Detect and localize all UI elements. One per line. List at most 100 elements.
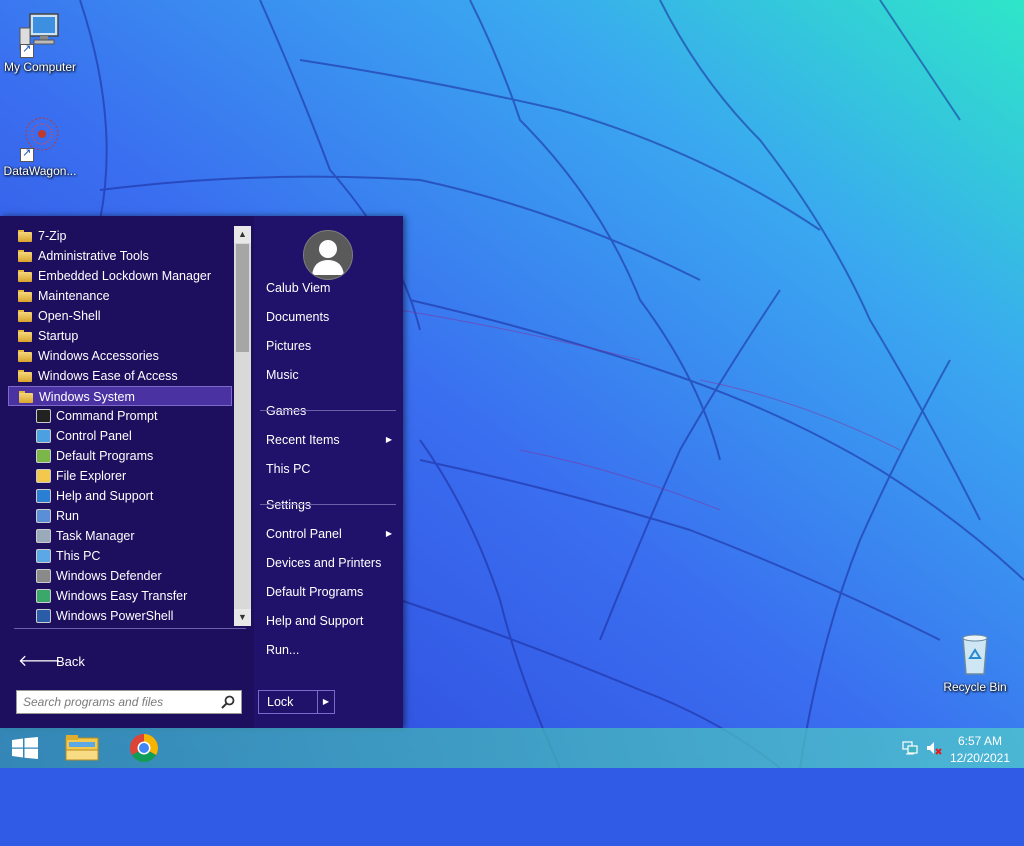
program-item[interactable]: Task Manager bbox=[8, 526, 232, 546]
program-item[interactable]: Embedded Lockdown Manager bbox=[8, 266, 232, 286]
volume-muted-icon[interactable] bbox=[926, 740, 942, 756]
datawagon-icon bbox=[16, 114, 64, 162]
right-item[interactable]: Recent Items ▶ bbox=[260, 427, 398, 453]
right-item[interactable]: Pictures bbox=[260, 333, 398, 359]
program-label: Administrative Tools bbox=[38, 249, 149, 263]
program-item[interactable]: Windows PowerShell bbox=[8, 606, 232, 626]
program-item[interactable]: Administrative Tools bbox=[8, 246, 232, 266]
program-label: Open-Shell bbox=[38, 309, 101, 323]
right-item[interactable]: Default Programs bbox=[260, 579, 398, 605]
chevron-right-icon: ▶ bbox=[322, 697, 330, 706]
shortcut-arrow-icon bbox=[20, 146, 34, 162]
program-item[interactable]: 7-Zip bbox=[8, 226, 232, 246]
back-label: Back bbox=[56, 654, 85, 669]
recycle-bin-icon bbox=[951, 630, 999, 678]
right-item[interactable]: Calub Viem bbox=[260, 275, 398, 301]
right-item-label: Documents bbox=[266, 310, 330, 324]
programs-scrollbar[interactable]: ▲ ▼ bbox=[234, 226, 251, 626]
system-tray: 6:57 AM 12/20/2021 bbox=[884, 728, 1024, 768]
right-item[interactable]: This PC bbox=[260, 456, 398, 482]
taskbar: 6:57 AM 12/20/2021 bbox=[0, 728, 1024, 768]
desktop-icon-recycle-bin[interactable]: Recycle Bin bbox=[935, 630, 1015, 694]
program-label: Embedded Lockdown Manager bbox=[38, 269, 212, 283]
program-label: Task Manager bbox=[56, 529, 135, 543]
clock-date[interactable]: 12/20/2021 bbox=[950, 751, 1010, 765]
menu-divider bbox=[260, 410, 396, 411]
network-icon[interactable] bbox=[902, 740, 918, 756]
shutdown-options-button[interactable]: ▶ bbox=[317, 690, 335, 714]
program-label: This PC bbox=[56, 549, 101, 563]
user-avatar[interactable] bbox=[303, 230, 353, 280]
right-item-label: Settings bbox=[266, 498, 312, 512]
desktop-icon-label: DataWagon... bbox=[3, 164, 77, 178]
program-item[interactable]: This PC bbox=[8, 546, 232, 566]
desktop-icon-label: Recycle Bin bbox=[943, 680, 1007, 694]
lock-label: Lock bbox=[267, 695, 294, 709]
program-item[interactable]: Windows Accessories bbox=[8, 346, 232, 366]
program-item[interactable]: Control Panel bbox=[8, 426, 232, 446]
scroll-thumb[interactable] bbox=[236, 244, 249, 352]
program-item[interactable]: File Explorer bbox=[8, 466, 232, 486]
folder-icon bbox=[18, 350, 32, 362]
folder-icon bbox=[18, 370, 32, 382]
computer-icon bbox=[16, 10, 64, 58]
folder-icon bbox=[18, 310, 32, 322]
program-item[interactable]: Maintenance bbox=[8, 286, 232, 306]
easy-transfer-icon bbox=[36, 589, 51, 603]
program-label: Windows Easy Transfer bbox=[56, 589, 188, 603]
taskbar-chrome[interactable] bbox=[122, 730, 166, 766]
right-item-label: Default Programs bbox=[266, 585, 364, 599]
program-item[interactable]: Help and Support bbox=[8, 486, 232, 506]
right-item-label: Run... bbox=[266, 643, 300, 657]
program-item[interactable]: Open-Shell bbox=[8, 306, 232, 326]
program-item[interactable]: Windows Defender bbox=[8, 566, 232, 586]
program-label: Windows Ease of Access bbox=[38, 369, 178, 383]
program-item[interactable]: Windows System bbox=[8, 386, 232, 406]
clock-time[interactable]: 6:57 AM bbox=[958, 734, 1002, 748]
program-item[interactable]: Run bbox=[8, 506, 232, 526]
right-item[interactable]: Music bbox=[260, 362, 398, 388]
run-icon bbox=[36, 509, 51, 523]
taskbar-file-explorer[interactable] bbox=[60, 730, 104, 766]
start-button[interactable] bbox=[0, 728, 48, 768]
program-item[interactable]: Windows Ease of Access bbox=[8, 366, 232, 386]
search-input[interactable] bbox=[17, 691, 219, 713]
lock-button[interactable]: Lock bbox=[258, 690, 318, 714]
default-programs-icon bbox=[36, 449, 51, 463]
right-item-label: Help and Support bbox=[266, 614, 364, 628]
right-item[interactable]: Devices and Printers bbox=[260, 550, 398, 576]
program-item[interactable]: Startup bbox=[8, 326, 232, 346]
search-box[interactable] bbox=[16, 690, 242, 714]
scroll-down-button[interactable]: ▼ bbox=[234, 609, 251, 626]
program-item[interactable]: Default Programs bbox=[8, 446, 232, 466]
back-button[interactable]: 🡐 Back bbox=[14, 650, 244, 674]
this-pc-icon bbox=[36, 549, 51, 563]
program-label: Windows Defender bbox=[56, 569, 162, 583]
right-item[interactable]: Run... bbox=[260, 637, 398, 663]
control-panel-icon bbox=[36, 429, 51, 443]
right-item[interactable]: Documents bbox=[260, 304, 398, 330]
right-item[interactable]: Settings bbox=[260, 492, 398, 518]
right-item[interactable]: Help and Support bbox=[260, 608, 398, 634]
file-explorer-icon bbox=[65, 735, 99, 761]
arrow-left-icon: 🡐 bbox=[18, 653, 61, 670]
right-item[interactable]: Games bbox=[260, 398, 398, 424]
program-item[interactable]: Command Prompt bbox=[8, 406, 232, 426]
program-label: Default Programs bbox=[56, 449, 154, 463]
start-menu: 7-Zip Administrative Tools Embedded Lockdo… bbox=[0, 216, 403, 728]
program-label: Run bbox=[56, 509, 79, 523]
task-manager-icon bbox=[36, 529, 51, 543]
folder-icon bbox=[19, 391, 33, 403]
desktop-icon-datawagon[interactable]: DataWagon... bbox=[0, 114, 80, 178]
scroll-up-button[interactable]: ▲ bbox=[234, 226, 251, 243]
start-menu-right-pane: Calub Viem Documents Pictures Music Games Rec… bbox=[254, 216, 403, 728]
right-item[interactable]: Control Panel ▶ bbox=[260, 521, 398, 547]
program-item[interactable]: Windows Easy Transfer bbox=[8, 586, 232, 606]
desktop-icon-my-computer[interactable]: My Computer bbox=[0, 10, 80, 74]
program-label: Control Panel bbox=[56, 429, 132, 443]
search-icon[interactable] bbox=[221, 695, 235, 709]
program-label: Maintenance bbox=[38, 289, 110, 303]
program-label: Help and Support bbox=[56, 489, 154, 503]
programs-divider bbox=[14, 628, 246, 629]
right-item-label: Music bbox=[266, 368, 299, 382]
